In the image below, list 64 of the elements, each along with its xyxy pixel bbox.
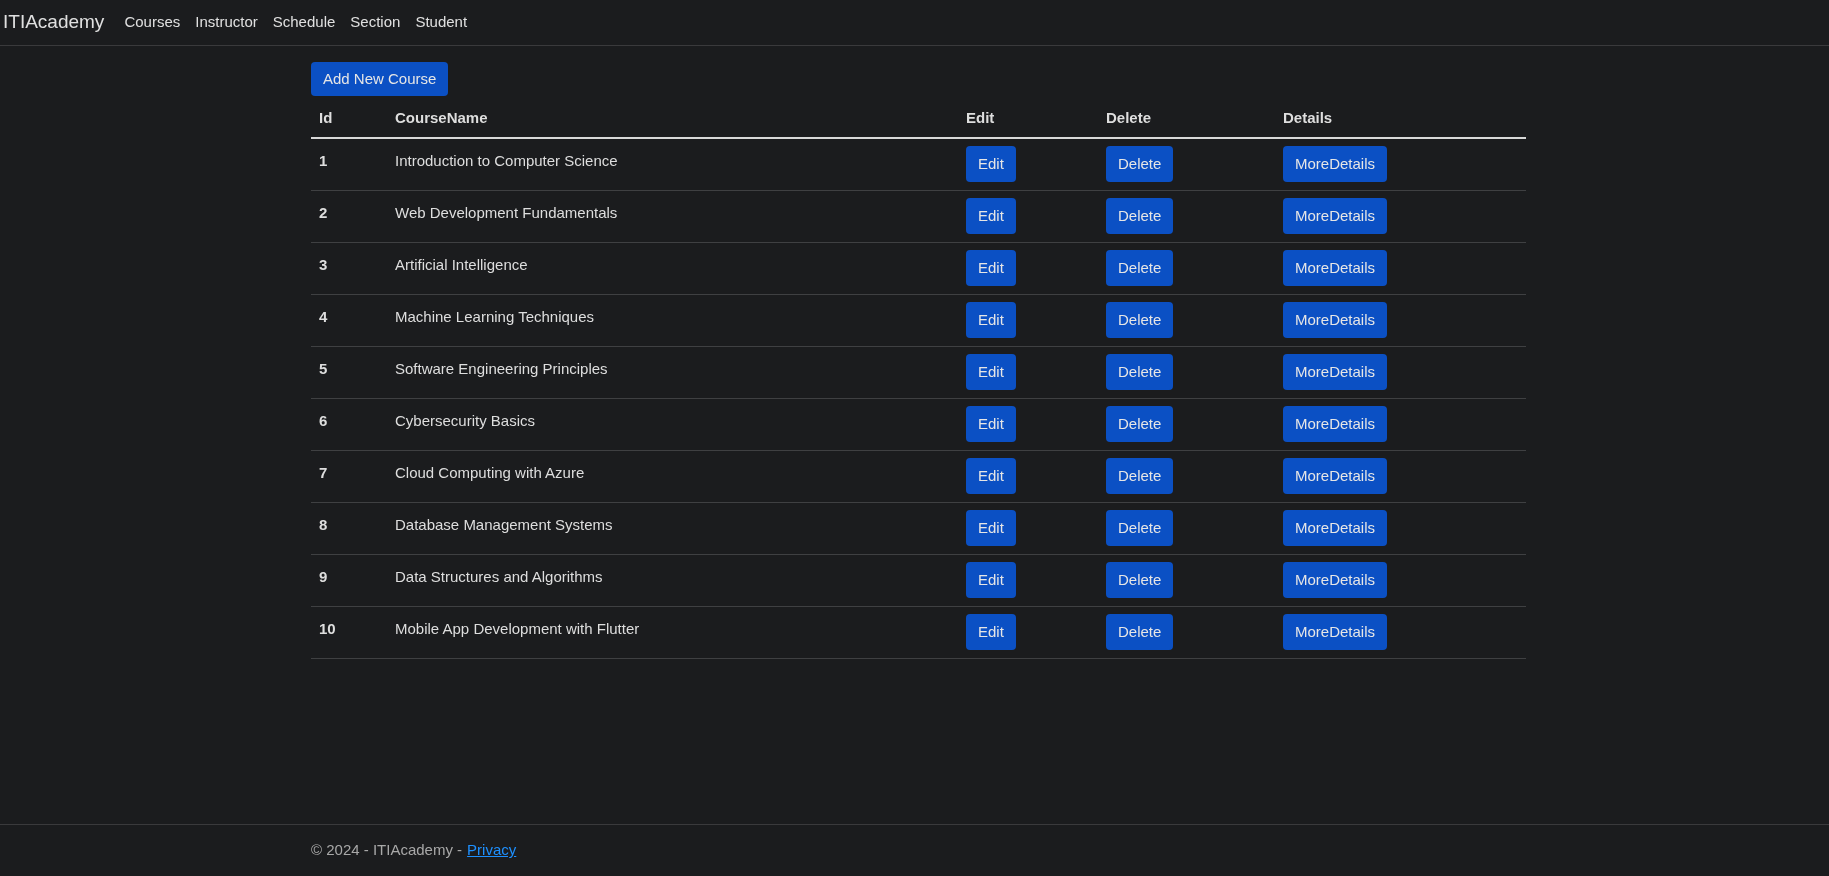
nav-link[interactable]: Courses xyxy=(124,11,181,34)
table-cell: 4 xyxy=(319,307,328,325)
edit-button[interactable]: Edit xyxy=(966,614,1016,650)
table-cell: 6 xyxy=(319,411,328,429)
column-header: CourseName xyxy=(395,109,488,127)
edit-button[interactable]: Edit xyxy=(966,406,1016,442)
delete-button[interactable]: Delete xyxy=(1106,250,1174,286)
table-cell: Software Engineering Principles xyxy=(395,359,608,377)
table-cell: Cybersecurity Basics xyxy=(395,411,536,429)
nav-link[interactable]: Student xyxy=(415,11,468,34)
copyright-text: © 2024 - ITIAcademy - xyxy=(311,840,463,861)
details-button[interactable]: MoreDetails xyxy=(1283,458,1388,494)
table-cell: Machine Learning Techniques xyxy=(395,307,595,325)
details-button[interactable]: MoreDetails xyxy=(1283,198,1388,234)
edit-button[interactable]: Edit xyxy=(966,458,1016,494)
brand-link[interactable]: ITIAcademy xyxy=(3,8,105,37)
details-button[interactable]: MoreDetails xyxy=(1283,354,1388,390)
delete-button[interactable]: Delete xyxy=(1106,146,1174,183)
nav-link[interactable]: Instructor xyxy=(195,11,258,34)
add-course-button[interactable]: Add New Course xyxy=(311,62,449,96)
table-cell: 9 xyxy=(319,567,328,585)
table-cell: 10 xyxy=(319,619,336,637)
column-header: Edit xyxy=(966,109,995,127)
table-cell: 8 xyxy=(319,515,328,533)
delete-button[interactable]: Delete xyxy=(1106,614,1174,650)
table-cell: Database Management Systems xyxy=(395,515,613,533)
privacy-link[interactable]: Privacy xyxy=(467,839,517,862)
delete-button[interactable]: Delete xyxy=(1106,458,1174,494)
column-header: Delete xyxy=(1106,109,1152,127)
edit-button[interactable]: Edit xyxy=(966,198,1016,234)
delete-button[interactable]: Delete xyxy=(1106,302,1174,338)
details-button[interactable]: MoreDetails xyxy=(1283,510,1388,546)
edit-button[interactable]: Edit xyxy=(966,562,1016,598)
table-cell: 2 xyxy=(319,203,328,221)
edit-button[interactable]: Edit xyxy=(966,354,1016,390)
table-cell: Web Development Fundamentals xyxy=(395,203,618,221)
table-cell: Cloud Computing with Azure xyxy=(395,463,585,481)
table-cell: 5 xyxy=(319,359,328,377)
nav-link[interactable]: Schedule xyxy=(272,11,336,34)
details-button[interactable]: MoreDetails xyxy=(1283,562,1388,598)
table-cell: Artificial Intelligence xyxy=(395,255,528,273)
details-button[interactable]: MoreDetails xyxy=(1283,406,1388,442)
details-button[interactable]: MoreDetails xyxy=(1283,302,1388,338)
column-header: Id xyxy=(319,109,333,127)
delete-button[interactable]: Delete xyxy=(1106,354,1174,390)
details-button[interactable]: MoreDetails xyxy=(1283,146,1388,183)
details-button[interactable]: MoreDetails xyxy=(1283,250,1388,286)
table-cell: Introduction to Computer Science xyxy=(395,152,618,169)
column-header: Details xyxy=(1283,109,1333,127)
edit-button[interactable]: Edit xyxy=(966,510,1016,546)
delete-button[interactable]: Delete xyxy=(1106,406,1174,442)
table-cell: 1 xyxy=(319,152,328,169)
delete-button[interactable]: Delete xyxy=(1106,562,1174,598)
details-button[interactable]: MoreDetails xyxy=(1283,614,1388,650)
table-cell: 7 xyxy=(319,463,328,481)
table-cell: 3 xyxy=(319,255,328,273)
delete-button[interactable]: Delete xyxy=(1106,198,1174,234)
edit-button[interactable]: Edit xyxy=(966,302,1016,338)
table-cell: Mobile App Development with Flutter xyxy=(395,619,640,637)
table-cell: Data Structures and Algorithms xyxy=(395,567,603,585)
edit-button[interactable]: Edit xyxy=(966,250,1016,286)
delete-button[interactable]: Delete xyxy=(1106,510,1174,546)
nav-link[interactable]: Section xyxy=(350,11,401,34)
edit-button[interactable]: Edit xyxy=(966,146,1016,183)
